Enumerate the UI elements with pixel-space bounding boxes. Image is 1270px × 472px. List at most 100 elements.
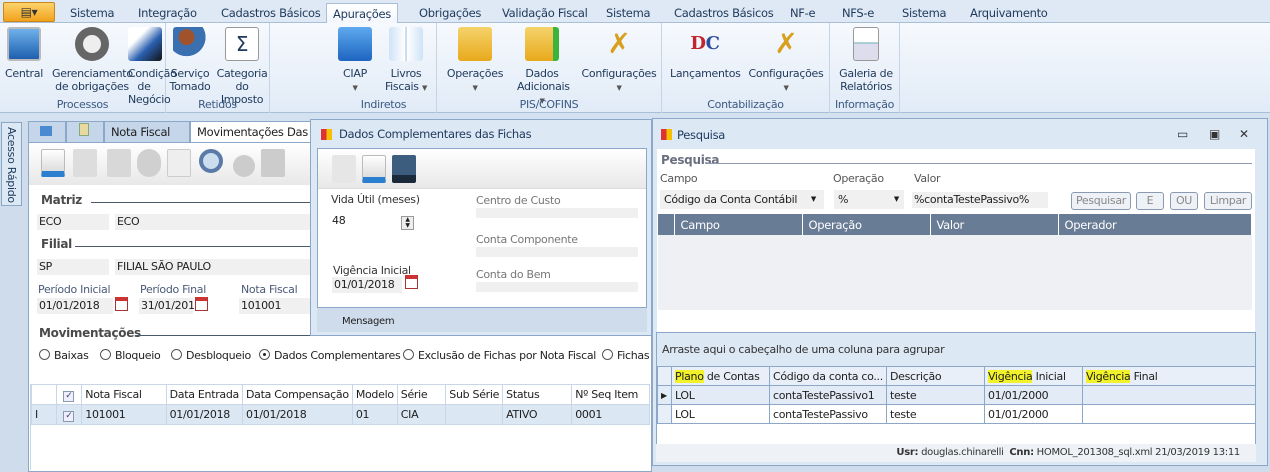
operacao-select[interactable]: % ▼ [834, 190, 904, 209]
back-document-icon[interactable] [362, 155, 386, 183]
col-operacao[interactable]: Operação [802, 214, 931, 235]
report-icon [853, 27, 879, 61]
e-button[interactable]: E [1136, 192, 1164, 210]
gerenciamento-button[interactable]: Gerenciamento de obrigações [52, 27, 133, 93]
lancamentos-button[interactable]: DC Lançamentos [670, 27, 741, 80]
filial-code[interactable]: SP [37, 259, 109, 275]
tab-nfe[interactable]: NF-e [784, 3, 821, 23]
minimize-button[interactable]: ▭ [1177, 127, 1188, 141]
configuracoes-button[interactable]: ✗ Configurações ▼ [581, 27, 657, 95]
col-data-entrada[interactable]: Data Entrada [165, 384, 244, 405]
tab-cadastros[interactable]: Cadastros Básicos [215, 3, 326, 23]
central-button[interactable]: Central [4, 27, 44, 80]
radio-icon [403, 349, 414, 360]
conta-bem-input[interactable] [476, 282, 638, 292]
calendar-icon[interactable] [195, 297, 208, 311]
col-plano-contas[interactable]: Plano de Contas [671, 366, 770, 386]
quick-access-tab[interactable]: Acesso Rápido [1, 122, 22, 206]
col-seq-item[interactable]: Nº Seq Item [571, 384, 650, 405]
back-document-icon[interactable] [41, 149, 65, 177]
spinner-icon[interactable]: ▲ ▼ [401, 216, 414, 230]
save-icon[interactable] [392, 155, 416, 183]
select-all-checkbox[interactable]: ✓ [55, 384, 83, 405]
vida-util-label: Vida Útil (meses) [331, 193, 420, 206]
maximize-button[interactable]: ▣ [1209, 127, 1220, 141]
livros-fiscais-button[interactable]: Livros Fiscais ▼ [381, 27, 431, 95]
operacoes-button[interactable]: Operações ▼ [445, 27, 505, 95]
table-row[interactable]: ▶ LOL contaTestePassivo1 teste 01/01/2000 [657, 385, 1257, 405]
tab-sistema-2[interactable]: Sistema [600, 3, 656, 23]
group-panel: Arraste aqui o cabeçalho de uma coluna p… [662, 343, 945, 356]
tab-integracao[interactable]: Integração [132, 3, 203, 23]
periodo-inicial-input[interactable]: 01/01/2018 [37, 298, 113, 314]
tab-apuracoes[interactable]: Apurações [326, 3, 398, 23]
galeria-button[interactable]: Galeria de Relatórios [838, 27, 894, 93]
forward-document-icon[interactable] [73, 149, 97, 177]
nota-fiscal-input[interactable]: 101001 [239, 298, 311, 314]
categoria-button[interactable]: Σ Categoria do Imposto [216, 27, 268, 106]
check-icon[interactable] [137, 149, 161, 177]
valor-input[interactable]: %contaTestePassivo% [912, 192, 1048, 208]
matriz-code[interactable]: ECO [37, 214, 109, 230]
centro-custo-label: Centro de Custo [476, 194, 561, 207]
row-checkbox[interactable]: ✓ [55, 404, 83, 425]
col-nota-fiscal[interactable]: Nota Fiscal [81, 384, 167, 405]
col-codigo-conta[interactable]: Código da conta co... [769, 366, 887, 386]
tab-checklist-icon[interactable] [66, 121, 104, 143]
col-vigencia-final[interactable]: Vigência Final [1081, 366, 1257, 386]
conta-componente-input[interactable] [476, 247, 638, 257]
new-document-icon[interactable] [167, 149, 191, 177]
search-icon[interactable] [199, 149, 223, 173]
ciap-button[interactable]: CIAP ▼ [335, 27, 375, 95]
dados-adicionais-button[interactable]: Dados Adicionais ▼ [517, 27, 570, 108]
col-operador[interactable]: Operador [1058, 214, 1252, 235]
col-valor[interactable]: Valor [930, 214, 1059, 235]
tab-grid-icon[interactable] [28, 121, 66, 143]
close-button[interactable]: ✕ [1239, 127, 1249, 141]
col-campo[interactable]: Campo [674, 214, 803, 235]
tab-obrigacoes[interactable]: Obrigações [413, 3, 487, 23]
tab-arquivamento[interactable]: Arquivamento [964, 3, 1054, 23]
vigencia-input[interactable]: 01/01/2018 [332, 277, 402, 293]
tab-nfse[interactable]: NFS-e [836, 3, 880, 23]
tab-nota-fiscal[interactable]: Nota Fiscal [104, 121, 190, 143]
col-data-compensacao[interactable]: Data Compensação [242, 384, 353, 405]
col-descricao[interactable]: Descrição [885, 366, 985, 386]
tab-sistema-3[interactable]: Sistema [896, 3, 952, 23]
col-serie[interactable]: Série [396, 384, 447, 405]
cancel-icon[interactable] [233, 155, 255, 177]
tab-cadastros-2[interactable]: Cadastros Básicos [668, 3, 779, 23]
centro-custo-input[interactable] [476, 208, 638, 218]
new-document-icon[interactable] [332, 155, 356, 183]
col-sub-serie[interactable]: Sub Série [445, 384, 504, 405]
tab-sistema[interactable]: Sistema [64, 3, 120, 23]
tab-movimentacoes[interactable]: Movimentações Das Fichas [190, 121, 320, 143]
calendar-icon[interactable] [115, 297, 128, 311]
tab-validacao[interactable]: Validação Fiscal [496, 3, 594, 23]
radio-baixas[interactable]: Baixas [39, 349, 89, 362]
limpar-button[interactable]: Limpar [1204, 192, 1252, 210]
table-row[interactable]: I ✓ 101001 01/01/2018 01/01/2018 01 CIA … [31, 404, 650, 425]
group-contabilizacao: DC Lançamentos ✗ Configurações ▼ Contabiliz… [662, 23, 830, 113]
radio-exclusao[interactable]: Exclusão de Fichas por Nota Fiscal [403, 349, 596, 362]
col-vigencia-inicial[interactable]: Vigência Inicial [983, 366, 1083, 386]
col-modelo[interactable]: Modelo [351, 384, 398, 405]
radio-dados-complementares[interactable]: Dados Complementares [259, 349, 401, 362]
radio-bloqueio[interactable]: Bloqueio [100, 349, 161, 362]
app-menu-button[interactable]: ▤▾ [3, 2, 55, 22]
radio-fichas[interactable]: Fichas [602, 349, 650, 362]
periodo-final-input[interactable]: 31/01/2018 [139, 298, 202, 314]
servico-tomado-button[interactable]: Serviço Tomado [168, 27, 212, 93]
unlock-icon[interactable] [261, 149, 285, 177]
configuracoes-contab-button[interactable]: ✗ Configurações ▼ [746, 27, 826, 95]
campo-select[interactable]: Código da Conta Contábil ▼ [660, 190, 824, 209]
pesquisar-button[interactable]: Pesquisar [1071, 192, 1131, 210]
calendar-icon[interactable] [405, 275, 418, 289]
ou-button[interactable]: OU [1170, 192, 1198, 210]
condicao-button[interactable]: Condição de Negócio [128, 27, 177, 106]
radio-checked-icon [259, 349, 270, 360]
col-status[interactable]: Status [502, 384, 573, 405]
radio-desbloqueio[interactable]: Desbloqueio [171, 349, 251, 362]
locked-document-icon[interactable] [107, 149, 131, 177]
table-row[interactable]: LOL contaTestePassivo teste 01/01/2000 [657, 404, 1257, 424]
